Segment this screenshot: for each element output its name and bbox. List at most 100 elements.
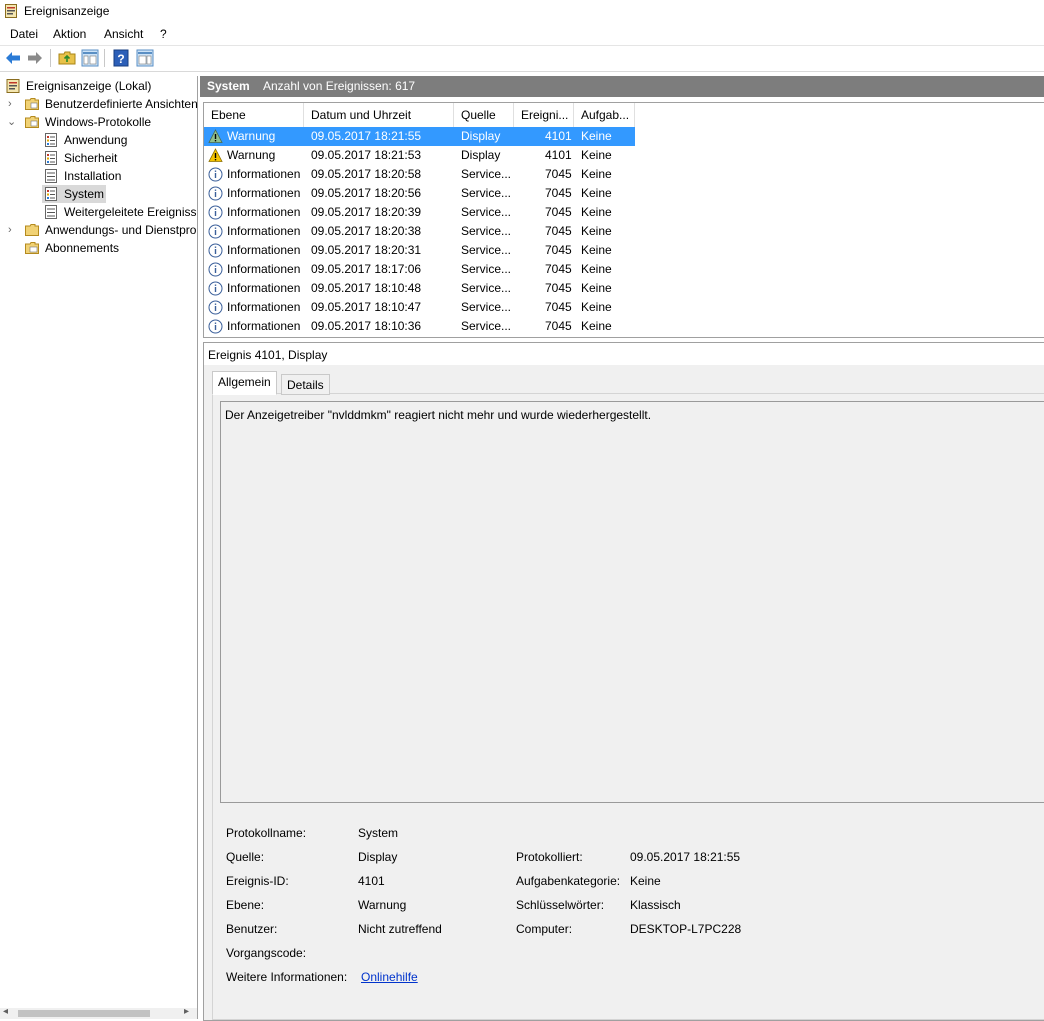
chevron-right-icon[interactable]: ›: [8, 95, 18, 113]
tab-allgemein[interactable]: Allgemein: [212, 371, 277, 395]
cell-task: Keine: [581, 148, 612, 162]
cell-source: Service...: [461, 262, 512, 276]
warning-icon: [208, 129, 223, 144]
cell-event-id: 7045: [545, 224, 572, 238]
value-logged: 09.05.2017 18:21:55: [630, 850, 741, 864]
cell-event-id: 7045: [545, 262, 572, 276]
cell-date: 09.05.2017 18:20:31: [311, 243, 422, 257]
column-header-ebene[interactable]: Ebene: [204, 103, 304, 127]
show-hide-tree-icon[interactable]: [81, 49, 99, 67]
detail-title-bar: Ereignis 4101, Display: [204, 343, 1044, 365]
cell-source: Service...: [461, 205, 512, 219]
menu-ansicht[interactable]: Ansicht: [104, 27, 143, 41]
info-icon: [208, 186, 223, 201]
info-icon: [208, 224, 223, 239]
tree-item-system[interactable]: System: [0, 185, 196, 203]
cell-event-id: 7045: [545, 167, 572, 181]
title-bar: Ereignisanzeige: [0, 0, 1044, 23]
cell-date: 09.05.2017 18:20:58: [311, 167, 422, 181]
table-row[interactable]: Warnung 09.05.2017 18:21:55 Display 4101 Kei…: [204, 127, 635, 146]
tab-details[interactable]: Details: [281, 374, 330, 395]
column-header-event-id[interactable]: Ereigni...: [514, 103, 574, 127]
table-row[interactable]: Informationen 09.05.2017 18:10:36 Service.…: [204, 317, 635, 336]
cell-source: Service...: [461, 281, 512, 295]
tree-label: Abonnements: [45, 241, 120, 255]
table-row[interactable]: Informationen 09.05.2017 18:10:47 Service.…: [204, 298, 635, 317]
folder-open-icon: [25, 116, 39, 128]
tree-label: Anwendung: [64, 133, 128, 147]
log-icon: [45, 133, 57, 147]
warning-icon: [208, 148, 223, 163]
tree-horizontal-scrollbar[interactable]: ◂ ▸: [0, 1006, 197, 1019]
value-level: Warnung: [358, 898, 407, 912]
event-message: Der Anzeigetreiber "nvlddmkm" reagiert n…: [225, 408, 652, 422]
tree-item-windows-logs[interactable]: ⌄ Windows-Protokolle: [0, 113, 196, 131]
tree-label: Weitergeleitete Ereignisse: [64, 205, 196, 219]
scroll-left-icon[interactable]: ◂: [3, 1006, 8, 1017]
chevron-down-icon[interactable]: ⌄: [7, 113, 17, 131]
column-header-task[interactable]: Aufgab...: [574, 103, 635, 127]
cell-event-id: 7045: [545, 243, 572, 257]
online-help-link[interactable]: Onlinehilfe: [361, 970, 418, 984]
scrollbar-thumb[interactable]: [18, 1010, 150, 1017]
menu-help[interactable]: ?: [160, 27, 167, 41]
show-hide-action-icon[interactable]: [136, 49, 154, 67]
forward-icon[interactable]: [26, 49, 44, 67]
cell-level: Warnung: [227, 129, 276, 143]
cell-task: Keine: [581, 300, 612, 314]
menu-bar: Datei Aktion Ansicht ?: [0, 23, 1044, 44]
tree-item-app-service-logs[interactable]: › Anwendungs- und Dienstprotokolle: [0, 221, 196, 239]
info-icon: [208, 300, 223, 315]
cell-event-id: 7045: [545, 186, 572, 200]
menu-aktion[interactable]: Aktion: [53, 27, 86, 41]
info-icon: [208, 281, 223, 296]
svg-text:?: ?: [117, 52, 124, 66]
tree-label: Benutzerdefinierte Ansichten: [45, 97, 198, 111]
table-row[interactable]: Informationen 09.05.2017 18:20:38 Service.…: [204, 222, 635, 241]
event-message-box[interactable]: Der Anzeigetreiber "nvlddmkm" reagiert n…: [220, 401, 1044, 803]
tree-item-custom-views[interactable]: › Benutzerdefinierte Ansichten: [0, 95, 198, 113]
subscriptions-icon: [25, 242, 39, 254]
folder-up-icon[interactable]: [58, 49, 76, 67]
table-row[interactable]: Informationen 09.05.2017 18:20:56 Service.…: [204, 184, 635, 203]
cell-level: Informationen: [227, 243, 301, 257]
tree-item-anwendung[interactable]: Anwendung: [0, 131, 196, 149]
menu-datei[interactable]: Datei: [10, 27, 38, 41]
help-icon[interactable]: ?: [112, 49, 130, 67]
info-icon: [208, 262, 223, 277]
cell-task: Keine: [581, 243, 612, 257]
tree-label: Ereignisanzeige (Lokal): [26, 79, 152, 93]
chevron-right-icon[interactable]: ›: [8, 221, 18, 239]
cell-source: Service...: [461, 224, 512, 238]
log-icon: [45, 169, 57, 183]
scroll-right-icon[interactable]: ▸: [184, 1006, 189, 1017]
value-log-name: System: [358, 826, 399, 840]
log-title: System: [207, 79, 250, 93]
table-row[interactable]: Informationen 09.05.2017 18:20:58 Service.…: [204, 165, 635, 184]
table-row[interactable]: Informationen 09.05.2017 18:17:06 Service.…: [204, 260, 635, 279]
event-count: Anzahl von Ereignissen: 617: [263, 79, 416, 93]
tree-label: Installation: [64, 169, 122, 183]
table-row[interactable]: Informationen 09.05.2017 18:20:31 Service.…: [204, 241, 635, 260]
event-viewer-icon: [6, 79, 20, 93]
tree-item-installation[interactable]: Installation: [0, 167, 196, 185]
tree-item-sicherheit[interactable]: Sicherheit: [0, 149, 196, 167]
tree-item-subscriptions[interactable]: Abonnements: [0, 239, 196, 257]
tree-item-root[interactable]: Ereignisanzeige (Lokal): [0, 77, 196, 95]
event-detail-pane: Ereignis 4101, Display Allgemein Details…: [203, 342, 1044, 1021]
table-row[interactable]: Informationen 09.05.2017 18:20:39 Service.…: [204, 203, 635, 222]
table-row[interactable]: Informationen 09.05.2017 18:10:48 Service.…: [204, 279, 635, 298]
back-icon[interactable]: [4, 49, 22, 67]
cell-level: Informationen: [227, 281, 301, 295]
column-header-source[interactable]: Quelle: [454, 103, 514, 127]
cell-task: Keine: [581, 205, 612, 219]
label-user: Benutzer:: [226, 922, 278, 936]
events-table: Ebene Datum und Uhrzeit Quelle Ereigni..…: [203, 102, 1044, 338]
toolbar-separator: [104, 49, 105, 67]
table-row[interactable]: Warnung 09.05.2017 18:21:53 Display 4101 Kei…: [204, 146, 635, 165]
cell-level: Informationen: [227, 319, 301, 333]
column-header-date[interactable]: Datum und Uhrzeit: [304, 103, 454, 127]
label-event-id: Ereignis-ID:: [226, 874, 289, 888]
cell-source: Display: [461, 148, 501, 162]
tree-item-forwarded[interactable]: Weitergeleitete Ereignisse: [0, 203, 196, 221]
